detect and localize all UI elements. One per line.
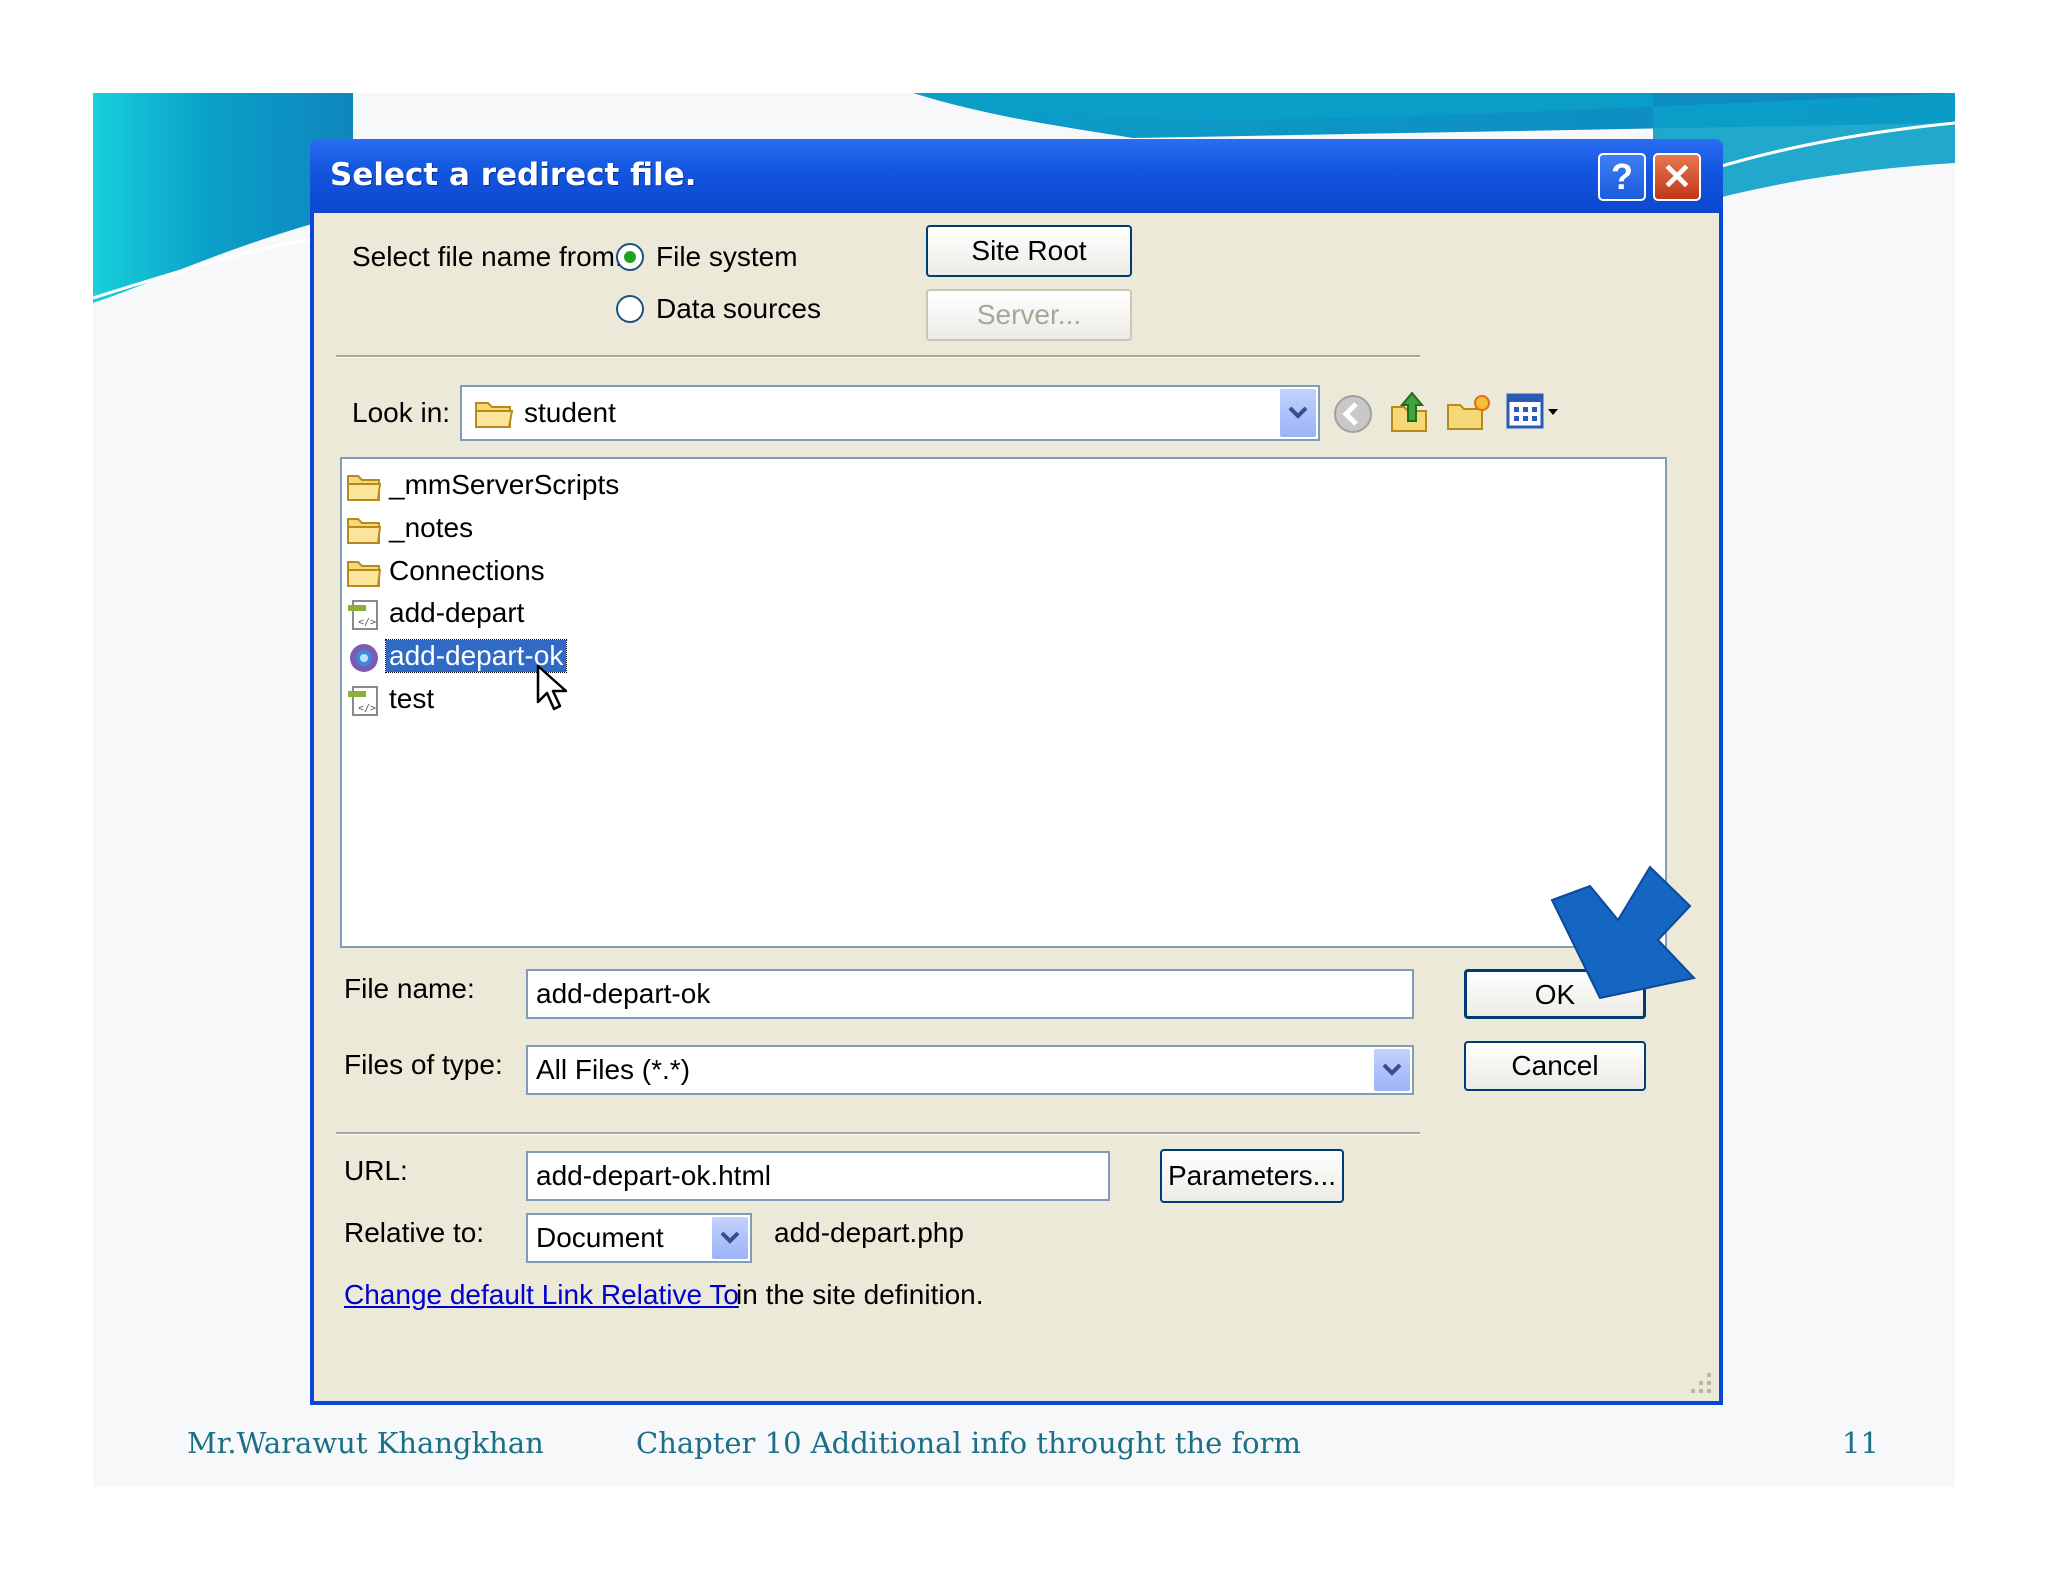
cancel-button[interactable]: Cancel bbox=[1464, 1041, 1646, 1091]
file-name: add-depart bbox=[389, 597, 525, 628]
folder-icon bbox=[347, 561, 382, 587]
site-root-button[interactable]: Site Root bbox=[926, 225, 1132, 277]
separator bbox=[336, 355, 1420, 358]
footer-chapter: Chapter 10 Additional info throught the … bbox=[636, 1426, 1302, 1460]
relative-to-label: Relative to: bbox=[344, 1217, 485, 1248]
back-icon[interactable] bbox=[1332, 393, 1374, 435]
file-name-input[interactable]: add-depart-ok bbox=[526, 969, 1414, 1019]
footer-page-number: 11 bbox=[1842, 1426, 1879, 1460]
file-list[interactable]: _mmServerScripts _notes Connections </> … bbox=[340, 457, 1667, 948]
folder-icon bbox=[347, 518, 382, 544]
url-label: URL: bbox=[344, 1155, 408, 1186]
close-button[interactable]: ✕ bbox=[1653, 153, 1701, 201]
chevron-down-icon bbox=[1382, 1063, 1402, 1076]
relative-file-name: add-depart.php bbox=[774, 1217, 964, 1248]
dialog-titlebar[interactable]: Select a redirect file. ? ✕ bbox=[310, 139, 1723, 213]
separator bbox=[336, 1132, 1420, 1135]
server-button[interactable]: Server... bbox=[926, 289, 1132, 341]
html-file-icon bbox=[350, 644, 378, 672]
relative-to-select[interactable]: Document bbox=[526, 1213, 752, 1263]
radio-file-system[interactable] bbox=[616, 243, 644, 271]
radio-file-system-label[interactable]: File system bbox=[656, 241, 798, 273]
look-in-select[interactable]: student bbox=[460, 385, 1320, 441]
file-name-label: File name: bbox=[344, 973, 475, 1004]
help-icon: ? bbox=[1611, 156, 1633, 197]
resize-grip-icon[interactable] bbox=[1683, 1365, 1713, 1395]
file-name: Connections bbox=[389, 555, 545, 586]
view-menu-icon[interactable] bbox=[1506, 393, 1562, 431]
folder-icon bbox=[475, 402, 514, 428]
close-icon: ✕ bbox=[1661, 156, 1693, 197]
files-of-type-label: Files of type: bbox=[344, 1049, 503, 1080]
file-name: test bbox=[389, 683, 435, 714]
url-value: add-depart-ok.html bbox=[536, 1160, 772, 1191]
callout-arrow-icon bbox=[1550, 865, 1696, 1000]
relative-to-value: Document bbox=[536, 1222, 664, 1253]
radio-selected-dot bbox=[624, 251, 636, 263]
files-of-type-dropdown-button[interactable] bbox=[1374, 1049, 1410, 1091]
source-label: Select file name from: bbox=[352, 241, 623, 272]
new-folder-icon[interactable] bbox=[1446, 393, 1492, 433]
radio-data-sources-label[interactable]: Data sources bbox=[656, 293, 821, 325]
radio-data-sources[interactable] bbox=[616, 295, 644, 323]
change-default-link[interactable]: Change default Link Relative To bbox=[344, 1279, 739, 1311]
look-in-value: student bbox=[524, 397, 616, 428]
url-input[interactable]: add-depart-ok.html bbox=[526, 1151, 1110, 1201]
mouse-cursor-icon bbox=[536, 664, 568, 711]
file-name: _notes bbox=[389, 512, 474, 543]
dialog-title: Select a redirect file. bbox=[330, 157, 697, 193]
select-redirect-file-dialog: Select a redirect file. ? ✕ Select file … bbox=[310, 139, 1723, 1405]
file-name-value: add-depart-ok bbox=[536, 978, 711, 1009]
chevron-down-icon bbox=[720, 1231, 740, 1244]
look-in-label: Look in: bbox=[352, 397, 451, 428]
php-file-icon: </> bbox=[348, 600, 378, 630]
chevron-down-icon bbox=[1288, 406, 1308, 419]
file-name: _mmServerScripts bbox=[389, 469, 620, 500]
svg-text:</>: </> bbox=[358, 703, 376, 714]
change-link-suffix: in the site definition. bbox=[736, 1279, 984, 1310]
files-of-type-value: All Files (*.*) bbox=[536, 1054, 691, 1085]
svg-text:</>: </> bbox=[358, 617, 376, 628]
relative-to-dropdown-button[interactable] bbox=[712, 1217, 748, 1259]
php-file-icon: </> bbox=[348, 686, 378, 716]
files-of-type-select[interactable]: All Files (*.*) bbox=[526, 1045, 1414, 1095]
parameters-button[interactable]: Parameters... bbox=[1160, 1149, 1344, 1203]
look-in-dropdown-button[interactable] bbox=[1280, 389, 1316, 437]
folder-icon bbox=[347, 475, 382, 501]
up-folder-icon[interactable] bbox=[1388, 389, 1432, 435]
help-button[interactable]: ? bbox=[1598, 153, 1646, 201]
footer-author: Mr.Warawut Khangkhan bbox=[187, 1426, 544, 1460]
